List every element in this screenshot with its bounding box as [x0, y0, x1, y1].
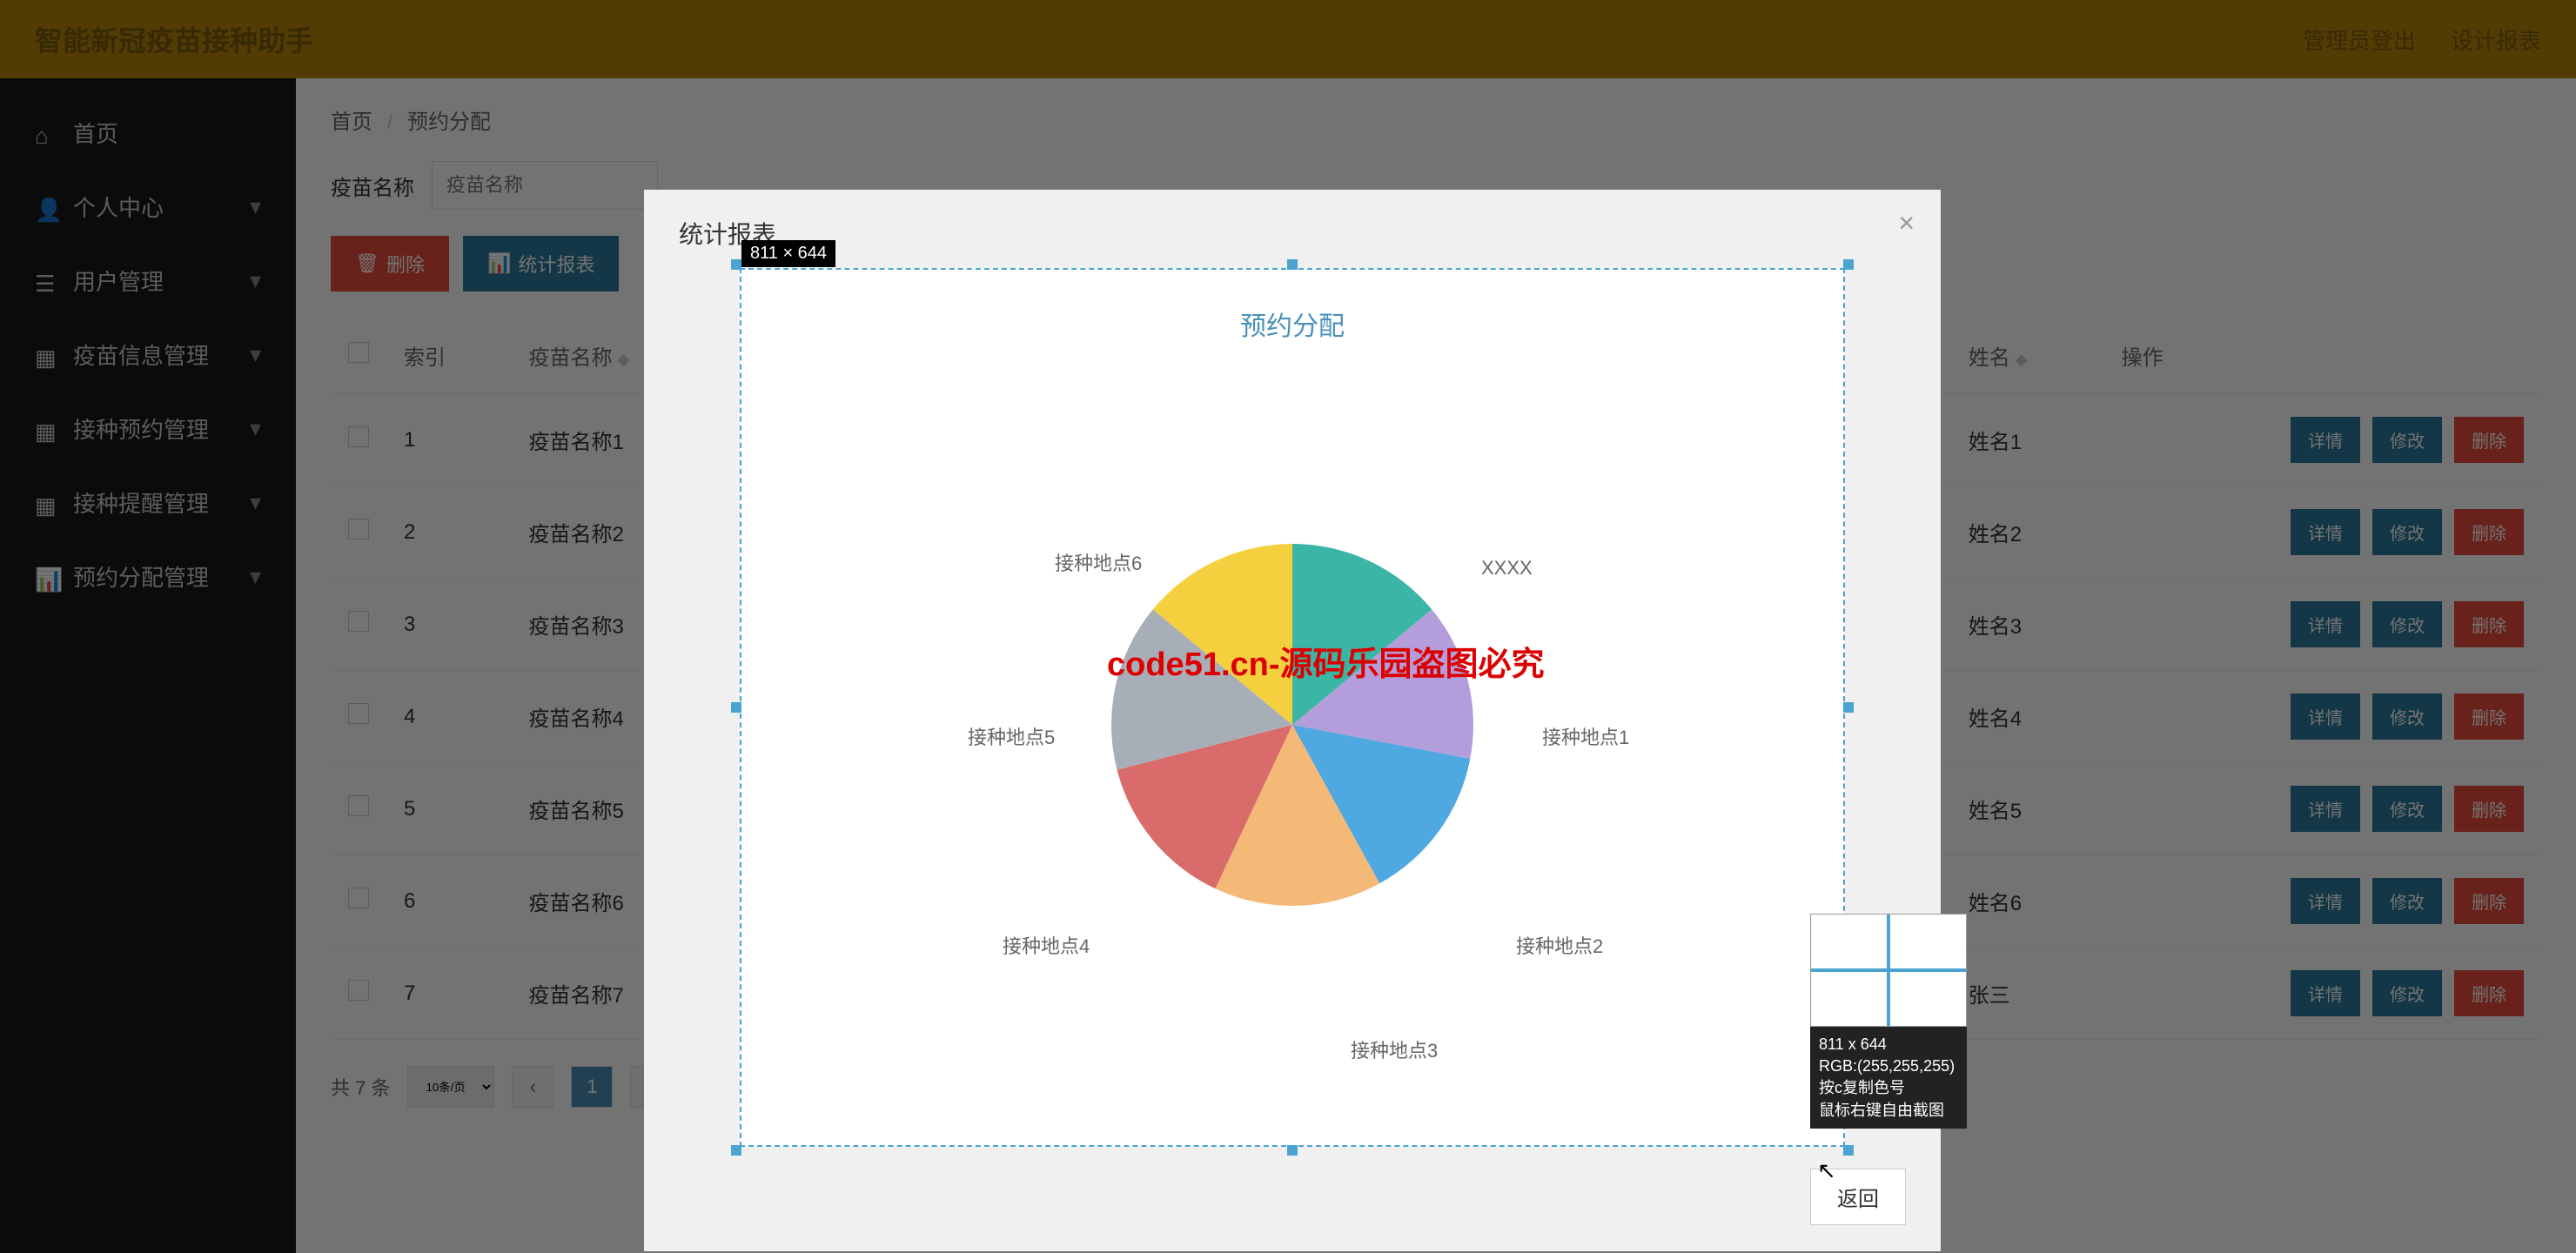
picker-info: 811 x 644 RGB:(255,255,255) 按c复制色号 鼠标右键自…: [1810, 1027, 1967, 1129]
watermark-text: code51.cn-源码乐园盗图必究: [1107, 637, 1545, 685]
chart-area: 811 × 644 预约分配 code51.cn-源码乐园盗图必究 XXXX 接…: [740, 268, 1845, 1147]
chart-title: 预约分配: [741, 270, 1843, 343]
magnifier: [1810, 914, 1967, 1027]
pie-label: 接种地点4: [1003, 931, 1090, 959]
close-icon[interactable]: ×: [1898, 207, 1915, 239]
pie-label: 接种地点3: [1351, 1035, 1438, 1063]
pie-label: 接种地点1: [1542, 722, 1629, 750]
cursor-icon: ↖: [1817, 1157, 1836, 1184]
pie-label: 接种地点2: [1516, 931, 1603, 959]
picker-hint: 鼠标右键自由截图: [1819, 1100, 1958, 1122]
picker-dim: 811 x 644: [1819, 1034, 1958, 1055]
pie-label: 接种地点6: [1055, 548, 1142, 576]
modal-title: 统计报表: [679, 216, 1906, 251]
pie-label: 接种地点5: [968, 722, 1055, 750]
pie-label: XXXX: [1481, 557, 1533, 580]
stats-modal: 统计报表 × 811 × 644 预约分配 code51.cn-源码乐园盗图必究…: [644, 190, 1941, 1251]
selection-dimensions: 811 × 644: [741, 240, 835, 267]
color-picker-tooltip: 811 x 644 RGB:(255,255,255) 按c复制色号 鼠标右键自…: [1810, 914, 1967, 1129]
picker-hint: 按c复制色号: [1819, 1077, 1958, 1099]
picker-rgb: RGB:(255,255,255): [1819, 1055, 1958, 1077]
